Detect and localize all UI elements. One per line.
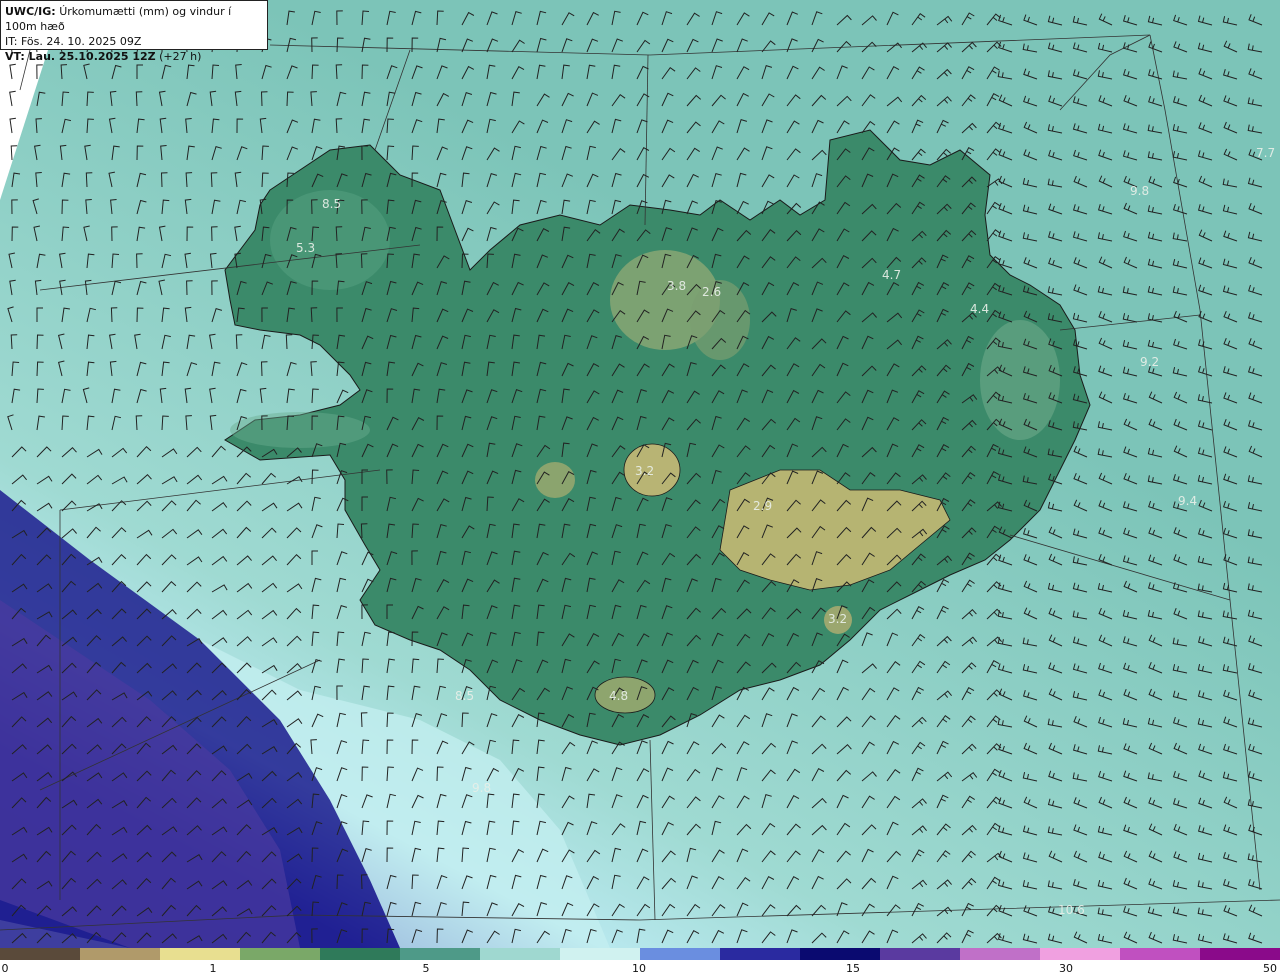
init-time: IT: Fös. 24. 10. 2025 09Z (5, 35, 142, 48)
colorbar-segment (480, 948, 561, 960)
valid-time-line: VT: Lau. 25.10.2025 12Z (+27 h) (5, 49, 263, 64)
lead-time: (+27 h) (159, 50, 202, 63)
map-value-label: 9.8 (472, 781, 491, 795)
colorbar (0, 948, 1280, 960)
eastfjords-ridge (980, 320, 1060, 440)
colorbar-segment (880, 948, 961, 960)
map-value-label: 2.9 (753, 499, 772, 513)
colorbar-segment (560, 948, 641, 960)
map-value-label: 3.2 (635, 464, 654, 478)
colorbar-tick: 10 (632, 962, 646, 975)
forecast-map: 8.5 5.3 3.8 2.6 4.7 4.4 7.7 9.8 9.2 3.2 … (0, 0, 1280, 948)
colorbar-segment (80, 948, 161, 960)
colorbar-segment (1200, 948, 1280, 960)
product-title-line: UWC/IG: Úrkomumætti (mm) og vindur í 100… (5, 4, 263, 34)
valid-time: VT: Lau. 25.10.2025 12Z (5, 50, 156, 63)
map-value-label: 9.2 (1140, 355, 1159, 369)
map-value-label: 4.8 (609, 689, 628, 703)
map-value-label: 4.4 (970, 302, 989, 316)
map-value-label: 2.6 (702, 285, 721, 299)
colorbar-segment (320, 948, 401, 960)
colorbar-segment (160, 948, 241, 960)
map-value-label: 10.6 (1058, 903, 1085, 917)
colorbar-tick: 50 (1263, 962, 1277, 975)
colorbar-segment (1120, 948, 1201, 960)
map-value-label: 9.8 (1130, 184, 1149, 198)
colorbar-tick: 0 (1, 962, 9, 975)
map-value-label: 8.5 (322, 197, 341, 211)
colorbar-segment (640, 948, 721, 960)
colorbar-tick: 5 (422, 962, 430, 975)
colorbar-segment (0, 948, 81, 960)
colorbar-segment (960, 948, 1041, 960)
colorbar-tick: 15 (846, 962, 860, 975)
colorbar-segment (240, 948, 321, 960)
hofsjokull (535, 462, 575, 498)
colorbar-labels: 0 1 5 10 15 30 50 (0, 962, 1280, 978)
colorbar-segment (800, 948, 881, 960)
colorbar-segment (720, 948, 801, 960)
map-value-label: 9.4 (1178, 494, 1197, 508)
map-value-label: 5.3 (296, 241, 315, 255)
map-value-label: 3.8 (667, 279, 686, 293)
model-name: UWC/IG: (5, 5, 56, 18)
snaefellsnes (230, 412, 370, 448)
colorbar-segment (400, 948, 481, 960)
forecast-info-box: UWC/IG: Úrkomumætti (mm) og vindur í 100… (0, 0, 268, 63)
map-canvas: 8.5 5.3 3.8 2.6 4.7 4.4 7.7 9.8 9.2 3.2 … (0, 0, 1280, 948)
map-value-label: 8.5 (455, 689, 474, 703)
map-value-label: 7.7 (1256, 146, 1275, 160)
colorbar-segment (1040, 948, 1121, 960)
colorbar-tick: 30 (1059, 962, 1073, 975)
colorbar-tick: 1 (209, 962, 217, 975)
map-value-label: 3.2 (828, 612, 847, 626)
map-value-label: 4.7 (882, 268, 901, 282)
